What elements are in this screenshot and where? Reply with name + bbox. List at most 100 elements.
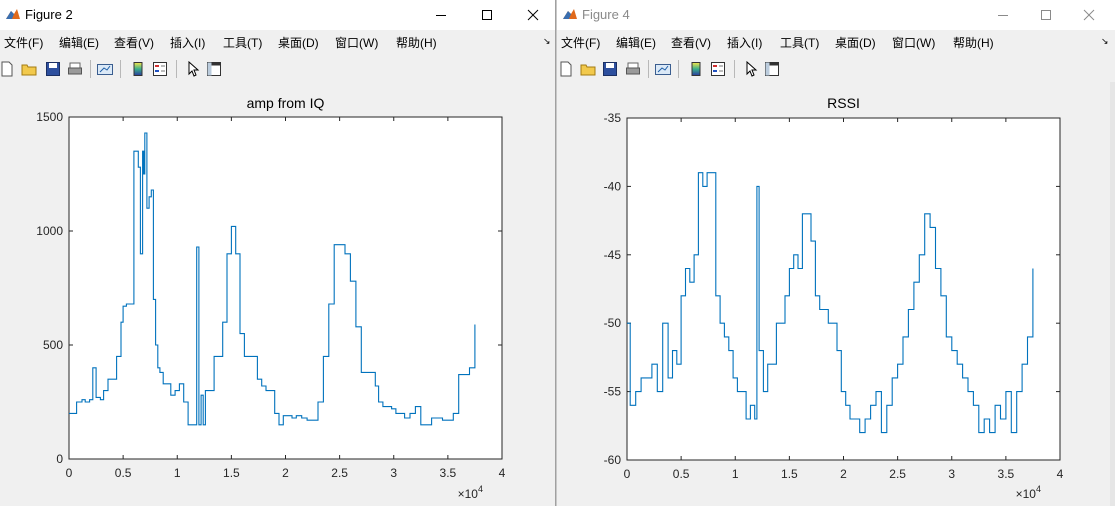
figure-toolbar [557, 56, 1115, 82]
maximize-icon [482, 10, 492, 20]
minimize-icon [436, 15, 446, 16]
pointer-icon[interactable] [741, 58, 761, 80]
chart-title: amp from IQ [247, 95, 325, 111]
menu-tools[interactable]: 工具(T) [780, 34, 819, 51]
menu-bar: 文件(F) 编辑(E) 查看(V) 插入(I) 工具(T) 桌面(D) 窗口(W… [0, 30, 555, 52]
y-tick-label: -55 [604, 385, 622, 399]
print-icon[interactable] [623, 58, 643, 80]
matlab-icon [6, 9, 20, 19]
menu-help[interactable]: 帮助(H) [953, 34, 994, 51]
menu-desktop[interactable]: 桌面(D) [278, 34, 319, 51]
y-tick-label: -50 [604, 316, 622, 330]
link-plot-icon[interactable] [95, 58, 115, 80]
colorbar-icon[interactable] [128, 58, 148, 80]
x-tick-label: 0 [624, 467, 631, 481]
y-tick-label: -35 [604, 111, 622, 125]
x-tick-label: 1.5 [781, 467, 798, 481]
print-icon[interactable] [65, 58, 85, 80]
maximize-icon [1041, 10, 1051, 20]
toolbar-separator [176, 60, 177, 78]
colorbar-icon[interactable] [686, 58, 706, 80]
save-icon[interactable] [43, 58, 63, 80]
x-tick-label: 1.5 [223, 466, 240, 480]
menu-bar: 文件(F) 编辑(E) 查看(V) 插入(I) 工具(T) 桌面(D) 窗口(W… [557, 30, 1115, 52]
minimize-button[interactable] [418, 0, 464, 30]
save-icon[interactable] [600, 58, 620, 80]
toolbar-separator [734, 60, 735, 78]
x-tick-label: 3 [390, 466, 397, 480]
menu-edit[interactable]: 编辑(E) [59, 34, 99, 51]
open-file-icon[interactable] [578, 58, 598, 80]
y-tick-label: 1000 [36, 224, 63, 238]
legend-icon[interactable] [708, 58, 728, 80]
menu-window[interactable]: 窗口(W) [335, 34, 378, 51]
title-bar[interactable]: Figure 4 [557, 0, 1115, 30]
close-icon [527, 9, 539, 21]
x-tick-label: 2 [840, 467, 847, 481]
minimize-icon [998, 15, 1008, 16]
window-edge-scrollbar[interactable] [1110, 82, 1115, 506]
x-tick-label: 2.5 [331, 466, 348, 480]
x-tick-label: 4 [499, 466, 506, 480]
toolbar-separator [678, 60, 679, 78]
x-tick-label: 1 [732, 467, 739, 481]
menu-view[interactable]: 查看(V) [671, 34, 711, 51]
x-tick-label: 0.5 [673, 467, 690, 481]
y-tick-label: -40 [604, 179, 622, 193]
x-exponent-label: ×104 [458, 484, 483, 501]
pointer-icon[interactable] [183, 58, 203, 80]
property-inspector-icon[interactable] [204, 58, 224, 80]
close-icon [1083, 9, 1095, 21]
new-figure-icon[interactable] [0, 58, 17, 80]
menu-insert[interactable]: 插入(I) [727, 34, 762, 51]
dock-arrow-icon[interactable]: ↘ [543, 36, 551, 47]
menu-window[interactable]: 窗口(W) [892, 34, 935, 51]
y-tick-label: 0 [56, 452, 63, 466]
x-tick-label: 0 [66, 466, 73, 480]
toolbar-separator [648, 60, 649, 78]
plot-area[interactable]: amp from IQ 0 0.5 1 1.5 2 2.5 3 3.5 4 0 500 1000 150… [0, 82, 556, 506]
x-tick-label: 1 [174, 466, 181, 480]
x-tick-label: 2.5 [889, 467, 906, 481]
menu-file[interactable]: 文件(F) [561, 34, 600, 51]
figure-toolbar [0, 56, 555, 82]
window-title: Figure 2 [25, 7, 73, 22]
x-tick-label: 3 [948, 467, 955, 481]
maximize-button[interactable] [1023, 0, 1069, 30]
menu-edit[interactable]: 编辑(E) [616, 34, 656, 51]
minimize-button[interactable] [980, 0, 1026, 30]
window-title: Figure 4 [582, 7, 630, 22]
new-figure-icon[interactable] [557, 58, 576, 80]
y-tick-label: -45 [604, 248, 622, 262]
link-plot-icon[interactable] [653, 58, 673, 80]
y-tick-label: 1500 [36, 110, 63, 124]
x-tick-label: 3.5 [440, 466, 457, 480]
plot-area[interactable]: RSSI 0 0.5 1 1.5 2 2.5 3 3.5 4 -60 -55 -50 -45 -40 -35… [557, 82, 1115, 506]
dock-arrow-icon[interactable]: ↘ [1101, 36, 1109, 47]
x-tick-label: 3.5 [998, 467, 1015, 481]
legend-icon[interactable] [150, 58, 170, 80]
y-tick-label: 500 [43, 338, 63, 352]
maximize-button[interactable] [464, 0, 510, 30]
chart-title: RSSI [827, 95, 860, 111]
menu-desktop[interactable]: 桌面(D) [835, 34, 876, 51]
close-button[interactable] [1066, 0, 1112, 30]
menu-file[interactable]: 文件(F) [4, 34, 43, 51]
menu-tools[interactable]: 工具(T) [223, 34, 262, 51]
x-tick-label: 2 [282, 466, 289, 480]
menu-help[interactable]: 帮助(H) [396, 34, 437, 51]
property-inspector-icon[interactable] [762, 58, 782, 80]
toolbar-separator [90, 60, 91, 78]
open-file-icon[interactable] [19, 58, 39, 80]
toolbar-separator [120, 60, 121, 78]
title-bar[interactable]: Figure 2 [0, 0, 555, 30]
x-tick-label: 4 [1057, 467, 1064, 481]
figure-4-window: Figure 4 文件(F) 编辑(E) 查看(V) 插入(I) 工具(T) 桌… [556, 0, 1115, 506]
x-exponent-label: ×104 [1016, 484, 1041, 501]
close-button[interactable] [510, 0, 555, 30]
menu-view[interactable]: 查看(V) [114, 34, 154, 51]
y-tick-label: -60 [604, 453, 622, 467]
matlab-icon [563, 9, 577, 19]
figure-2-window: Figure 2 文件(F) 编辑(E) 查看(V) 插入(I) 工具(T) 桌… [0, 0, 556, 506]
menu-insert[interactable]: 插入(I) [170, 34, 205, 51]
